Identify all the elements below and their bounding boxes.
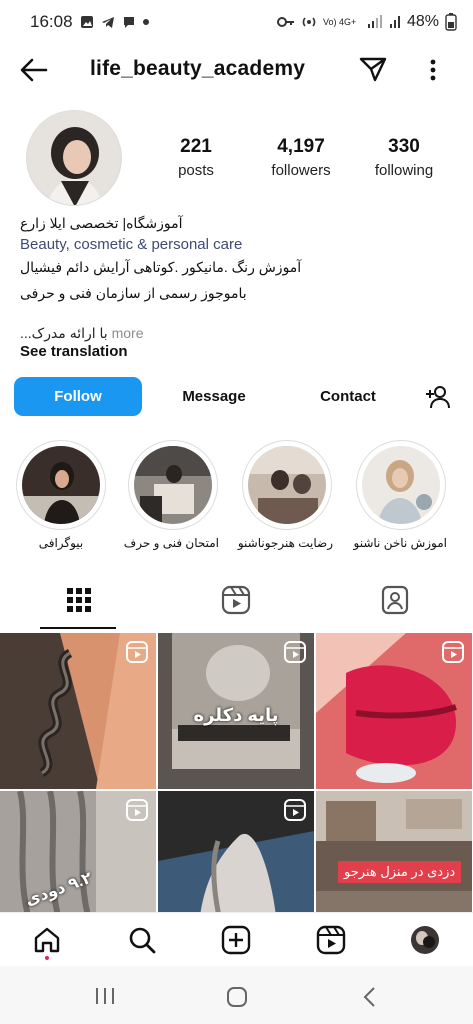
signal-icon — [367, 15, 382, 28]
highlight-cover — [22, 446, 100, 524]
dot-icon — [142, 19, 149, 25]
back-arrow-icon[interactable] — [18, 56, 50, 84]
highlight-ring — [16, 440, 106, 530]
highlight-label: رضایت هنرجوناشنو — [237, 536, 333, 550]
message-button[interactable]: Message — [150, 377, 278, 416]
own-profile-avatar[interactable] — [410, 925, 440, 955]
reels-tab-icon[interactable] — [221, 585, 251, 615]
posts-stat[interactable]: 221 posts — [170, 136, 222, 179]
gallery-icon — [80, 16, 93, 28]
bottom-navigation — [0, 912, 473, 966]
highlight-cover — [134, 446, 212, 524]
send-icon[interactable] — [358, 54, 388, 84]
tagged-tab-icon[interactable] — [380, 585, 410, 615]
reel-badge-icon — [126, 799, 148, 821]
highlight-student-satisfaction[interactable]: رضایت هنرجوناشنو — [237, 440, 333, 550]
following-label: following — [374, 162, 434, 179]
post-thumbnail[interactable]: دزدی در منزل هنرجو — [316, 791, 472, 913]
search-icon[interactable] — [127, 925, 157, 955]
see-translation-link[interactable]: See translation — [20, 343, 128, 360]
post-caption: دزدی در منزل هنرجو — [338, 861, 462, 883]
follow-button[interactable]: Follow — [14, 377, 142, 416]
highlight-ring — [242, 440, 332, 530]
highlight-cover — [248, 446, 326, 524]
post-thumbnail[interactable]: ۹.۲ دودی — [0, 791, 156, 913]
highlight-biography[interactable]: بیوگرافی — [15, 440, 107, 550]
reel-badge-icon — [126, 641, 148, 663]
profile-bio: آموزشگاه| تخصصی ایلا زارع Beauty, cosmet… — [20, 212, 460, 344]
posts-count: 221 — [180, 136, 212, 157]
key-icon — [276, 17, 294, 27]
hotspot-icon — [302, 17, 316, 27]
grid-tab-icon[interactable] — [64, 585, 94, 615]
highlight-label: بیوگرافی — [38, 536, 84, 550]
post-thumbnail[interactable] — [0, 633, 156, 789]
battery-icon — [445, 13, 457, 31]
profile-photo — [27, 111, 121, 205]
profile-header: life_beauty_academy — [0, 44, 473, 96]
following-stat[interactable]: 330 following — [370, 136, 438, 179]
create-post-icon[interactable] — [221, 925, 251, 955]
followers-count: 4,197 — [277, 136, 325, 157]
bio-line-2: باموجوز رسمی از سازمان فنی و حرفی — [20, 285, 247, 301]
highlight-ring — [356, 440, 446, 530]
highlight-ring — [128, 440, 218, 530]
recent-apps-icon[interactable] — [94, 986, 116, 1006]
post-caption: پایه دکلره — [193, 705, 279, 725]
followers-stat[interactable]: 4,197 followers — [262, 136, 340, 179]
posts-label: posts — [178, 162, 214, 179]
bio-more-link[interactable]: more — [112, 325, 144, 341]
signal-2-icon — [389, 16, 400, 28]
active-tab-indicator — [40, 627, 116, 629]
home-button-icon[interactable] — [226, 986, 248, 1008]
bio-more-line[interactable]: ...با ارائه مدرک more — [20, 322, 460, 344]
highlight-cover — [362, 446, 440, 524]
post-thumbnail[interactable] — [316, 633, 472, 789]
home-notification-dot — [45, 956, 49, 960]
home-icon[interactable] — [32, 925, 62, 955]
telegram-icon — [101, 17, 114, 28]
status-time: 16:08 — [30, 12, 73, 31]
following-count: 330 — [388, 136, 420, 157]
reels-icon[interactable] — [316, 925, 346, 955]
back-button-icon[interactable] — [362, 986, 376, 1008]
bio-name: آموزشگاه| تخصصی ایلا زارع — [20, 215, 183, 231]
system-navigation-bar — [0, 966, 473, 1024]
bio-line-1: آموزش رنگ .مانیکور .کوتاهی آرایش دائم فی… — [20, 259, 302, 275]
post-thumbnail[interactable]: پایه دکلره — [158, 633, 314, 789]
posts-grid: پایه دکلره ۹.۲ دودی دزدی در منزل هنرجو — [0, 633, 473, 913]
reel-badge-icon — [284, 641, 306, 663]
message-status-icon — [123, 17, 134, 28]
highlight-technical-exam[interactable]: امتحان فنی و حرف — [123, 440, 219, 550]
network-type: Vo) 4G+ — [322, 16, 357, 27]
bio-category: Beauty, cosmetic & personal care — [20, 236, 243, 253]
highlight-label: امتحان فنی و حرف — [123, 536, 219, 550]
status-bar: 16:08 Vo) 4G+ 48% — [0, 0, 473, 44]
bio-line-3: ...با ارائه مدرک — [20, 325, 108, 341]
battery-percent: 48% — [406, 13, 439, 30]
highlight-label: اموزش ناخن ناشنو — [353, 536, 448, 550]
followers-label: followers — [271, 162, 331, 179]
reel-badge-icon — [284, 799, 306, 821]
profile-tabs — [0, 575, 473, 631]
add-user-icon[interactable] — [424, 384, 452, 410]
more-options-icon[interactable] — [421, 56, 445, 84]
highlight-nail-training[interactable]: اموزش ناخن ناشنو — [353, 440, 448, 550]
contact-button[interactable]: Contact — [284, 377, 412, 416]
post-thumbnail[interactable] — [158, 791, 314, 913]
profile-avatar[interactable] — [26, 110, 122, 206]
profile-username: life_beauty_academy — [90, 57, 306, 80]
reel-badge-icon — [442, 641, 464, 663]
